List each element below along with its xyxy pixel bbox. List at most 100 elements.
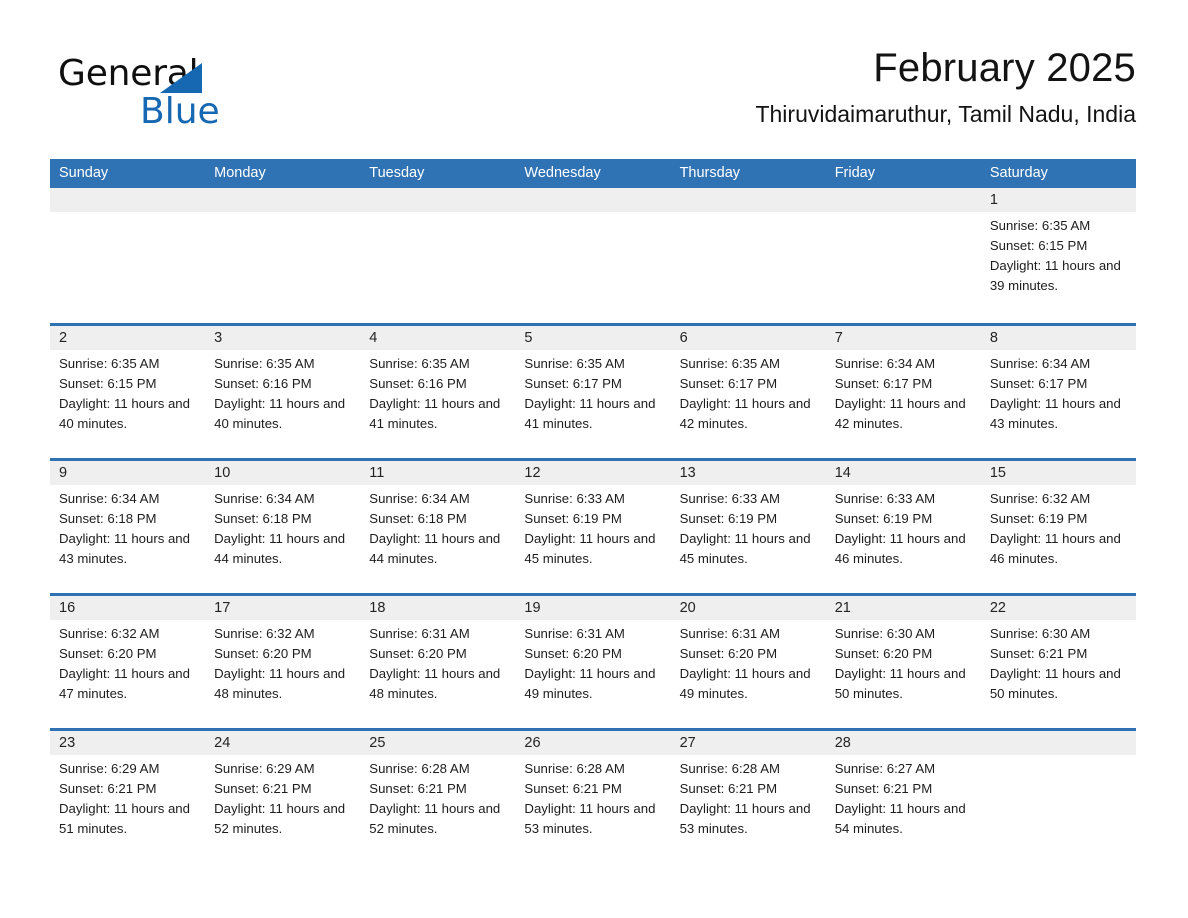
daylight-text: Daylight: 11 hours and 41 minutes. bbox=[369, 396, 501, 432]
daylight-text: Daylight: 11 hours and 40 minutes. bbox=[214, 396, 346, 432]
calendar-day-cell[interactable]: 10 Sunrise: 6:34 AM Sunset: 6:18 PM Dayligh… bbox=[205, 461, 361, 593]
calendar-day-cell[interactable]: 21 Sunrise: 6:30 AM Sunset: 6:20 PM Dayligh… bbox=[825, 596, 981, 728]
calendar-day-cell[interactable]: 18 Sunrise: 6:31 AM Sunset: 6:20 PM Dayligh… bbox=[360, 596, 516, 728]
day-number: 3 bbox=[214, 330, 223, 346]
day-sun-info: Sunrise: 6:28 AM Sunset: 6:21 PM Daylight:… bbox=[360, 755, 515, 839]
day-number: 20 bbox=[679, 600, 696, 616]
day-number-band: 11 bbox=[360, 461, 516, 485]
day-number: 25 bbox=[369, 735, 386, 751]
day-number: 14 bbox=[834, 465, 851, 481]
daylight-text: Daylight: 11 hours and 44 minutes. bbox=[369, 531, 501, 567]
calendar-day-cell[interactable]: 4 Sunrise: 6:35 AM Sunset: 6:16 PM Daylight… bbox=[360, 326, 516, 458]
sunset-text: Sunset: 6:19 PM bbox=[524, 511, 622, 527]
calendar-day-cell[interactable]: 22 Sunrise: 6:30 AM Sunset: 6:21 PM Dayligh… bbox=[980, 596, 1136, 728]
daylight-text: Daylight: 11 hours and 42 minutes. bbox=[834, 396, 966, 432]
calendar-day-cell[interactable]: 25 Sunrise: 6:28 AM Sunset: 6:21 PM Dayligh… bbox=[360, 731, 516, 863]
sunset-text: Sunset: 6:20 PM bbox=[214, 646, 312, 662]
daylight-text: Daylight: 11 hours and 43 minutes. bbox=[989, 396, 1121, 432]
calendar-day-cell[interactable]: 3 Sunrise: 6:35 AM Sunset: 6:16 PM Daylight… bbox=[205, 326, 361, 458]
calendar-day-cell[interactable]: 23 Sunrise: 6:29 AM Sunset: 6:21 PM Dayligh… bbox=[50, 731, 206, 863]
calendar-day-cell[interactable]: 13 Sunrise: 6:33 AM Sunset: 6:19 PM Dayligh… bbox=[670, 461, 826, 593]
daylight-text: Daylight: 11 hours and 44 minutes. bbox=[214, 531, 346, 567]
calendar-day-cell[interactable]: 17 Sunrise: 6:32 AM Sunset: 6:20 PM Dayligh… bbox=[205, 596, 361, 728]
day-number: 2 bbox=[59, 330, 68, 346]
daylight-text: Daylight: 11 hours and 52 minutes. bbox=[369, 801, 501, 837]
daylight-text: Daylight: 11 hours and 39 minutes. bbox=[989, 258, 1121, 294]
sunset-text: Sunset: 6:17 PM bbox=[834, 376, 933, 392]
day-number: 23 bbox=[59, 735, 76, 751]
sunrise-text: Sunrise: 6:31 AM bbox=[369, 626, 470, 641]
calendar-day-cell[interactable]: 9 Sunrise: 6:34 AM Sunset: 6:18 PM Daylight… bbox=[50, 461, 206, 593]
day-sun-info: Sunrise: 6:33 AM Sunset: 6:19 PM Daylight:… bbox=[515, 485, 670, 569]
day-number: 27 bbox=[679, 735, 696, 751]
day-number-band: 27 bbox=[670, 731, 826, 755]
sunset-text: Sunset: 6:18 PM bbox=[369, 511, 467, 527]
daylight-text: Daylight: 11 hours and 52 minutes. bbox=[214, 801, 346, 837]
sunset-text: Sunset: 6:18 PM bbox=[59, 511, 157, 527]
calendar-day-cell[interactable]: 12 Sunrise: 6:33 AM Sunset: 6:19 PM Dayligh… bbox=[515, 461, 671, 593]
sunrise-text: Sunrise: 6:28 AM bbox=[369, 761, 470, 776]
calendar-day-cell-empty bbox=[205, 188, 361, 323]
day-number: 17 bbox=[214, 600, 231, 616]
sunrise-text: Sunrise: 6:32 AM bbox=[214, 626, 315, 641]
calendar-day-cell[interactable]: 11 Sunrise: 6:34 AM Sunset: 6:18 PM Dayligh… bbox=[360, 461, 516, 593]
weekday-header-monday: Monday bbox=[214, 165, 266, 181]
calendar-week-row: 16 Sunrise: 6:32 AM Sunset: 6:20 PM Dayligh… bbox=[50, 593, 1136, 728]
day-sun-info: Sunrise: 6:31 AM Sunset: 6:20 PM Daylight:… bbox=[515, 620, 670, 704]
calendar-day-cell[interactable]: 24 Sunrise: 6:29 AM Sunset: 6:21 PM Dayligh… bbox=[205, 731, 361, 863]
day-sun-info: Sunrise: 6:34 AM Sunset: 6:17 PM Daylight:… bbox=[826, 350, 981, 434]
day-sun-info: Sunrise: 6:34 AM Sunset: 6:17 PM Daylight:… bbox=[981, 350, 1136, 434]
calendar-day-cell[interactable]: 5 Sunrise: 6:35 AM Sunset: 6:17 PM Daylight… bbox=[515, 326, 671, 458]
sunset-text: Sunset: 6:21 PM bbox=[679, 781, 778, 797]
day-number-band: 21 bbox=[825, 596, 981, 620]
day-number: 24 bbox=[214, 735, 231, 751]
day-number-band: 1 bbox=[980, 188, 1136, 212]
daylight-text: Daylight: 11 hours and 49 minutes. bbox=[524, 666, 656, 702]
day-sun-info: Sunrise: 6:35 AM Sunset: 6:16 PM Daylight:… bbox=[205, 350, 360, 434]
day-number-band: 13 bbox=[670, 461, 826, 485]
sunrise-text: Sunrise: 6:33 AM bbox=[524, 491, 625, 506]
day-number-band bbox=[205, 188, 361, 212]
day-sun-info: Sunrise: 6:33 AM Sunset: 6:19 PM Daylight:… bbox=[826, 485, 981, 569]
day-sun-info: Sunrise: 6:30 AM Sunset: 6:21 PM Daylight:… bbox=[981, 620, 1136, 704]
sunrise-text: Sunrise: 6:35 AM bbox=[679, 356, 780, 371]
calendar-day-cell[interactable]: 2 Sunrise: 6:35 AM Sunset: 6:15 PM Daylight… bbox=[50, 326, 206, 458]
day-number-band: 9 bbox=[50, 461, 206, 485]
day-sun-info: Sunrise: 6:35 AM Sunset: 6:17 PM Daylight:… bbox=[671, 350, 826, 434]
calendar-day-cell[interactable]: 15 Sunrise: 6:32 AM Sunset: 6:19 PM Dayligh… bbox=[980, 461, 1136, 593]
calendar-day-cell-empty bbox=[825, 188, 981, 323]
calendar-day-cell[interactable]: 14 Sunrise: 6:33 AM Sunset: 6:19 PM Dayligh… bbox=[825, 461, 981, 593]
day-number-band: 4 bbox=[360, 326, 516, 350]
calendar-day-cell[interactable]: 28 Sunrise: 6:27 AM Sunset: 6:21 PM Dayligh… bbox=[825, 731, 981, 863]
day-sun-info: Sunrise: 6:35 AM Sunset: 6:15 PM Daylight:… bbox=[981, 212, 1136, 296]
sunrise-text: Sunrise: 6:29 AM bbox=[59, 761, 160, 776]
calendar-day-cell[interactable]: 6 Sunrise: 6:35 AM Sunset: 6:17 PM Daylight… bbox=[670, 326, 826, 458]
sunrise-text: Sunrise: 6:32 AM bbox=[989, 491, 1091, 506]
day-number: 21 bbox=[834, 600, 851, 616]
sunset-text: Sunset: 6:19 PM bbox=[679, 511, 778, 527]
calendar-day-cell[interactable]: 1 Sunrise: 6:35 AM Sunset: 6:15 PM Daylight… bbox=[980, 188, 1136, 323]
calendar-day-cell[interactable]: 19 Sunrise: 6:31 AM Sunset: 6:20 PM Dayligh… bbox=[515, 596, 671, 728]
daylight-text: Daylight: 11 hours and 46 minutes. bbox=[989, 531, 1121, 567]
page-header: General Blue February 2025 Thiruvidaimar… bbox=[50, 42, 1136, 148]
calendar-day-cell[interactable]: 27 Sunrise: 6:28 AM Sunset: 6:21 PM Dayligh… bbox=[670, 731, 826, 863]
day-number: 10 bbox=[214, 465, 231, 481]
calendar-day-cell[interactable]: 20 Sunrise: 6:31 AM Sunset: 6:20 PM Dayligh… bbox=[670, 596, 826, 728]
calendar-day-cell[interactable]: 26 Sunrise: 6:28 AM Sunset: 6:21 PM Dayligh… bbox=[515, 731, 671, 863]
day-number: 7 bbox=[834, 330, 843, 346]
day-number-band: 6 bbox=[670, 326, 826, 350]
generalblue-logo[interactable]: General Blue bbox=[58, 52, 338, 132]
sunset-text: Sunset: 6:20 PM bbox=[59, 646, 157, 662]
calendar-day-cell[interactable]: 16 Sunrise: 6:32 AM Sunset: 6:20 PM Dayligh… bbox=[50, 596, 206, 728]
calendar-day-cell-empty bbox=[50, 188, 206, 323]
calendar-day-cell[interactable]: 7 Sunrise: 6:34 AM Sunset: 6:17 PM Daylight… bbox=[825, 326, 981, 458]
calendar-week-row: 23 Sunrise: 6:29 AM Sunset: 6:21 PM Dayligh… bbox=[50, 728, 1136, 863]
calendar-day-cell[interactable]: 8 Sunrise: 6:34 AM Sunset: 6:17 PM Daylight… bbox=[980, 326, 1136, 458]
day-number: 4 bbox=[369, 330, 378, 346]
sunset-text: Sunset: 6:19 PM bbox=[834, 511, 933, 527]
day-number: 15 bbox=[989, 465, 1006, 481]
day-sun-info: Sunrise: 6:31 AM Sunset: 6:20 PM Daylight:… bbox=[671, 620, 826, 704]
sunset-text: Sunset: 6:21 PM bbox=[989, 646, 1088, 662]
day-sun-info: Sunrise: 6:35 AM Sunset: 6:16 PM Daylight:… bbox=[360, 350, 515, 434]
daylight-text: Daylight: 11 hours and 45 minutes. bbox=[524, 531, 656, 567]
